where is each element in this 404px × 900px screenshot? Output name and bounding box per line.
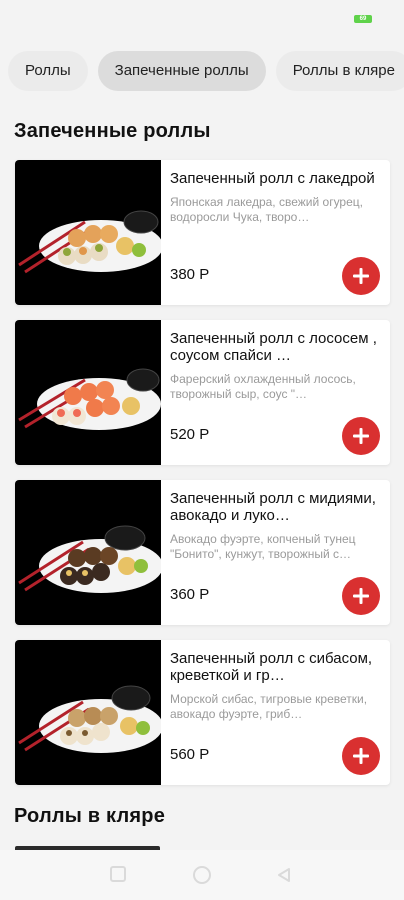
section-title-tempura-rolls: Роллы в кляре — [14, 805, 166, 827]
tab-baked-rolls[interactable]: Запеченные роллы — [97, 51, 266, 91]
app-screen: 69 Роллы Запеченные роллы Роллы в кляре … — [0, 0, 404, 900]
product-description: Японская лакедра, свежий огурец, водорос… — [170, 195, 363, 224]
add-to-cart-button[interactable] — [342, 737, 380, 775]
product-description: Морской сибас, тигровые креветки, авокад… — [170, 692, 368, 721]
product-card[interactable]: Запеченный ролл с мидиями, авокадо и лук… — [15, 480, 390, 625]
product-info: Запеченный ролл с лакедрой Японская лаке… — [170, 170, 378, 225]
add-to-cart-button[interactable] — [342, 257, 380, 295]
triangle-back-icon[interactable] — [276, 867, 292, 883]
system-navigation-bar — [0, 850, 404, 900]
add-to-cart-button[interactable] — [342, 577, 380, 615]
product-card[interactable]: Запеченный ролл с сибасом, креветкой и г… — [15, 640, 390, 785]
product-card[interactable]: Запеченный ролл с лососем , соусом спайс… — [15, 320, 390, 465]
product-price: 520 Р — [170, 426, 210, 443]
product-name: Запеченный ролл с лакедрой — [170, 170, 375, 187]
circle-icon[interactable] — [193, 866, 211, 884]
product-info: Запеченный ролл с сибасом, креветкой и г… — [170, 650, 378, 722]
product-name: Запеченный ролл с лососем , соусом спайс… — [170, 330, 377, 364]
product-price: 360 Р — [170, 586, 210, 603]
sushi-plate-image — [18, 525, 161, 593]
category-tabs: Роллы Запеченные роллы Роллы в кляре — [8, 51, 404, 91]
product-price: 380 Р — [170, 266, 210, 283]
status-bar: 69 — [0, 0, 404, 40]
product-info: Запеченный ролл с мидиями, авокадо и лук… — [170, 490, 378, 562]
sushi-plate-image — [18, 210, 161, 274]
product-photo — [15, 320, 161, 465]
product-info: Запеченный ролл с лососем , соусом спайс… — [170, 330, 378, 402]
product-description: Фарерский охлажденный лосось, творожный … — [170, 372, 356, 401]
product-name: Запеченный ролл с мидиями, авокадо и лук… — [170, 490, 376, 524]
battery-icon: 69 — [354, 15, 372, 23]
tab-rolls[interactable]: Роллы — [8, 51, 88, 91]
product-card[interactable]: Запеченный ролл с лакедрой Японская лаке… — [15, 160, 390, 305]
product-photo — [15, 480, 161, 625]
section-title-baked-rolls: Запеченные роллы — [14, 120, 211, 142]
sushi-plate-image — [18, 368, 161, 430]
product-description: Авокадо фуэрте, копченый тунец "Бонито",… — [170, 532, 356, 561]
product-name: Запеченный ролл с сибасом, креветкой и г… — [170, 650, 373, 684]
product-photo — [15, 640, 161, 785]
product-photo — [15, 160, 161, 305]
add-to-cart-button[interactable] — [342, 417, 380, 455]
square-icon[interactable] — [110, 866, 126, 882]
product-price: 560 Р — [170, 746, 210, 763]
sushi-plate-image — [18, 685, 161, 753]
tab-tempura-rolls[interactable]: Роллы в кляре — [275, 51, 404, 91]
